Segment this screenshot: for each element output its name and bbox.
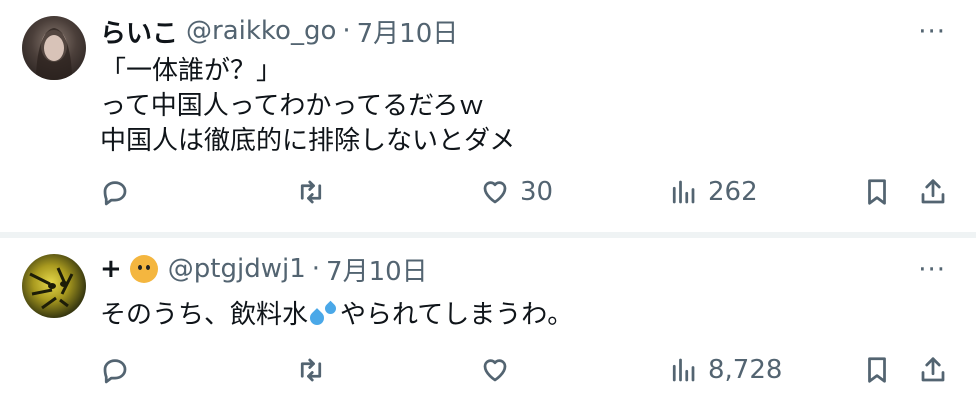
tweet-text-part: やられてしまうわ。 [340, 300, 574, 330]
user-handle[interactable]: @raikko_go [186, 16, 336, 46]
views-icon [672, 358, 695, 382]
display-name[interactable]: + [100, 254, 122, 284]
like-icon [483, 359, 507, 382]
tweet-text: 「一体誰が？」 って中国人ってわかってるだろｗ 中国人は徹底的に排除しないとダメ [100, 54, 515, 159]
user-handle[interactable]: @ptgjdwj1 [168, 254, 306, 284]
views-button[interactable]: 8,728 [668, 350, 782, 390]
view-count: 8,728 [708, 355, 783, 385]
tweet[interactable]: + @ptgjdwj1 · 7月10日 ··· そのうち、飲料水 やられてしまうわ… [0, 238, 976, 402]
reply-button[interactable] [100, 350, 130, 390]
tweet[interactable]: らいこ @raikko_go · 7月10日 ··· 「一体誰が？」 って中国人… [0, 0, 976, 232]
retweet-button[interactable] [296, 172, 326, 212]
views-button[interactable]: 262 [668, 172, 758, 212]
bookmark-button[interactable] [862, 172, 892, 212]
reply-button[interactable] [100, 172, 130, 212]
retweet-icon [300, 358, 322, 382]
like-count: 30 [520, 177, 554, 207]
post-date[interactable]: 7月10日 [357, 13, 459, 50]
sweat-droplets-emoji [307, 299, 340, 328]
share-button[interactable] [918, 172, 948, 212]
tweet-text-line: 「一体誰が？」 [100, 56, 283, 86]
bookmark-icon [868, 179, 886, 205]
retweet-icon [300, 180, 322, 204]
like-button[interactable] [480, 350, 520, 390]
tweet-text-part: そのうち、飲料水 [100, 300, 309, 330]
share-icon [921, 357, 945, 382]
share-button[interactable] [918, 350, 948, 390]
share-icon [921, 179, 945, 204]
separator-dot: · [311, 254, 321, 284]
reply-icon [103, 181, 127, 206]
avatar[interactable] [22, 16, 86, 80]
tweet-text: そのうち、飲料水 やられてしまうわ。 [100, 298, 573, 333]
bookmark-button[interactable] [862, 350, 892, 390]
like-icon [483, 181, 507, 204]
view-count: 262 [708, 177, 758, 207]
bookmark-icon [868, 357, 886, 383]
like-button[interactable]: 30 [480, 172, 553, 212]
tweet-actions: 30 262 [100, 172, 950, 212]
tweet-actions: 8,728 [100, 350, 950, 390]
retweet-button[interactable] [296, 350, 326, 390]
reply-icon [103, 359, 127, 384]
tweet-text-line: って中国人ってわかってるだろｗ [100, 91, 485, 121]
separator-dot: · [342, 16, 351, 46]
post-date[interactable]: 7月10日 [326, 251, 428, 288]
avatar[interactable] [22, 254, 86, 318]
display-name[interactable]: らいこ [100, 13, 178, 50]
more-icon[interactable]: ··· [918, 19, 946, 45]
tweet-text-line: 中国人は徹底的に排除しないとダメ [100, 126, 516, 156]
more-icon[interactable]: ··· [918, 257, 946, 283]
views-icon [672, 180, 695, 204]
tiger-face-emoji [129, 255, 158, 283]
